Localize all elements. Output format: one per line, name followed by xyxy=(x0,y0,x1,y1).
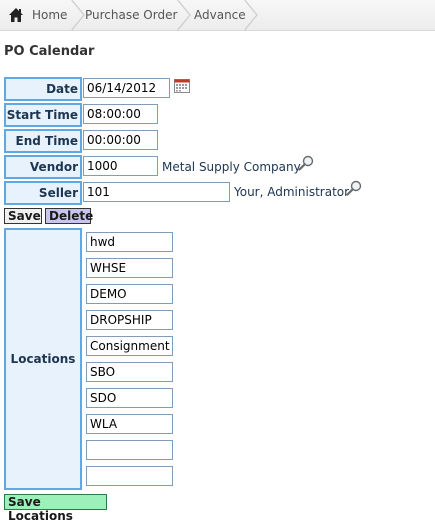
breadcrumb-advance-link[interactable]: Advance xyxy=(194,0,246,30)
breadcrumb-purchase-order-link[interactable]: Purchase Order xyxy=(85,0,177,30)
page-title: PO Calendar xyxy=(4,44,95,59)
location-input[interactable]: SDO xyxy=(86,388,173,408)
location-input[interactable]: SBO xyxy=(86,362,173,382)
start-time-label: Start Time xyxy=(4,103,82,127)
breadcrumb-separator-icon xyxy=(244,0,258,30)
date-label: Date xyxy=(4,77,82,101)
location-input[interactable]: DEMO xyxy=(86,284,173,304)
location-input[interactable] xyxy=(86,466,173,486)
vendor-lookup-magnifier-icon[interactable] xyxy=(298,155,314,171)
location-input[interactable]: DROPSHIP xyxy=(86,310,173,330)
seller-input[interactable]: 101 xyxy=(83,182,230,202)
delete-button[interactable]: Delete xyxy=(45,208,93,224)
end-time-input[interactable]: 00:00:00 xyxy=(83,130,158,150)
seller-label: Seller xyxy=(4,181,82,205)
location-input[interactable] xyxy=(86,440,173,460)
locations-label: Locations xyxy=(4,228,82,490)
vendor-name: Metal Supply Company xyxy=(162,160,301,174)
vendor-label: Vendor xyxy=(4,155,82,179)
vendor-input[interactable]: 1000 xyxy=(83,156,158,176)
save-locations-button[interactable]: Save Locations xyxy=(4,494,107,523)
home-icon[interactable] xyxy=(8,7,24,23)
calendar-icon[interactable] xyxy=(174,79,190,93)
breadcrumb-separator-icon xyxy=(177,0,191,30)
location-input[interactable]: WLA xyxy=(86,414,173,434)
date-input[interactable]: 06/14/2012 xyxy=(83,78,170,98)
start-time-input[interactable]: 08:00:00 xyxy=(83,104,158,124)
breadcrumb: Home Purchase Order Advance xyxy=(0,0,435,31)
seller-name: Your, Administrator xyxy=(234,185,350,199)
end-time-label: End Time xyxy=(4,129,82,153)
location-input[interactable]: hwd xyxy=(86,232,173,252)
location-input[interactable]: Consignment xyxy=(86,336,173,356)
breadcrumb-home-link[interactable]: Home xyxy=(32,0,67,30)
location-input[interactable]: WHSE xyxy=(86,258,173,278)
save-button[interactable]: Save xyxy=(4,208,42,224)
seller-lookup-magnifier-icon[interactable] xyxy=(346,180,362,196)
